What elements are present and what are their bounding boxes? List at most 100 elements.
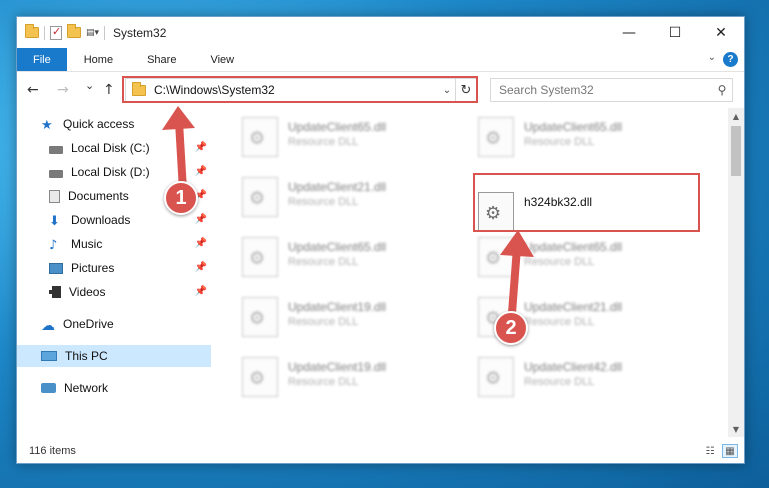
tab-home[interactable]: Home: [67, 48, 130, 71]
recent-locations-icon[interactable]: ⌄: [85, 79, 94, 92]
file-item[interactable]: UpdateClient19.dll Resource DLL: [242, 297, 462, 343]
folder-icon: [132, 81, 146, 96]
maximize-button[interactable]: ☐: [652, 17, 698, 48]
dll-file-icon: [242, 177, 278, 217]
scroll-thumb[interactable]: [731, 126, 741, 176]
customize-toolbar-icon[interactable]: ▤▾: [86, 28, 99, 38]
sidebar-item-label: Documents: [68, 189, 129, 203]
search-input[interactable]: [491, 83, 712, 97]
navigation-bar: ← → ⌄ ↑ C:\Windows\System32 ⌄ ↻ ⚲: [17, 73, 744, 107]
quick-access-toolbar: ▤▾: [17, 24, 106, 40]
expand-ribbon-icon[interactable]: ⌄: [708, 52, 716, 63]
callout-step-1: 1: [164, 181, 198, 215]
drive-icon: [49, 145, 63, 154]
star-icon: ★: [41, 117, 53, 133]
sidebar-item-music[interactable]: ♪ Music 📌: [17, 233, 211, 255]
file-name: UpdateClient65.dll: [288, 120, 387, 134]
file-item[interactable]: UpdateClient19.dll Resource DLL: [242, 357, 462, 403]
forward-arrow-icon[interactable]: →: [57, 82, 69, 98]
tab-file[interactable]: File: [17, 48, 67, 71]
search-box[interactable]: ⚲: [490, 78, 733, 102]
close-button[interactable]: ✕: [698, 17, 744, 48]
search-icon[interactable]: ⚲: [712, 83, 732, 97]
new-folder-icon[interactable]: [67, 24, 81, 38]
sidebar-item-local-disk-d[interactable]: Local Disk (D:) 📌: [17, 161, 211, 183]
up-arrow-icon[interactable]: ↑: [103, 82, 115, 98]
file-type: Resource DLL: [524, 256, 595, 268]
address-path[interactable]: C:\Windows\System32: [154, 83, 439, 97]
file-type: Resource DLL: [288, 136, 359, 148]
pin-icon[interactable]: 📌: [195, 238, 207, 249]
file-name: UpdateClient19.dll: [288, 300, 387, 314]
file-item[interactable]: UpdateClient65.dll Resource DLL: [478, 237, 698, 283]
minimize-button[interactable]: —: [606, 17, 652, 48]
sidebar-item-videos[interactable]: Videos 📌: [17, 281, 211, 303]
file-name: UpdateClient65.dll: [524, 120, 623, 134]
sidebar-item-label: Network: [64, 381, 109, 395]
pin-icon[interactable]: 📌: [195, 214, 207, 225]
scroll-up-icon[interactable]: ▲: [728, 108, 744, 124]
dll-file-icon: [478, 357, 514, 397]
sidebar-item-label: Music: [71, 237, 103, 251]
pin-icon[interactable]: 📌: [195, 286, 207, 297]
file-type: Resource DLL: [288, 256, 359, 268]
dll-file-icon: [478, 192, 514, 232]
sidebar-item-this-pc[interactable]: This PC: [17, 345, 211, 367]
documents-icon: [49, 189, 60, 203]
details-view-icon[interactable]: ☷: [702, 444, 718, 458]
file-item-h324bk32[interactable]: h324bk32.dll: [478, 192, 698, 238]
callout-step-2: 2: [494, 311, 528, 345]
pin-icon[interactable]: 📌: [195, 166, 207, 177]
file-name: UpdateClient21.dll: [288, 180, 387, 194]
sidebar-item-label: Local Disk (C:): [71, 141, 150, 155]
file-item[interactable]: UpdateClient42.dll Resource DLL: [478, 357, 698, 403]
tab-share[interactable]: Share: [130, 48, 193, 71]
pin-icon[interactable]: 📌: [195, 262, 207, 273]
sidebar-item-label: Videos: [69, 285, 106, 299]
navigation-pane: ★ Quick access Local Disk (C:) 📌 Local D…: [17, 113, 213, 433]
back-arrow-icon[interactable]: ←: [27, 82, 39, 98]
downloads-icon: ⬇: [49, 213, 60, 229]
properties-icon[interactable]: [50, 25, 62, 40]
file-type: Resource DLL: [288, 376, 359, 388]
toolbar-divider: [104, 25, 106, 40]
sidebar-item-onedrive[interactable]: ☁ OneDrive: [17, 313, 211, 335]
tab-view[interactable]: View: [193, 48, 251, 71]
dll-file-icon: [242, 117, 278, 157]
file-type: Resource DLL: [524, 316, 595, 328]
file-item[interactable]: UpdateClient65.dll Resource DLL: [242, 117, 462, 163]
file-type: Resource DLL: [524, 376, 595, 388]
help-icon[interactable]: ?: [723, 52, 738, 67]
ribbon-tabs: File Home Share View ⌄ ?: [17, 48, 744, 72]
network-icon: [41, 383, 56, 393]
sidebar-item-network[interactable]: Network: [17, 377, 211, 399]
drive-icon: [49, 169, 63, 178]
file-name: UpdateClient21.dll: [524, 300, 623, 314]
large-icons-view-icon[interactable]: ▦: [722, 444, 738, 458]
dll-file-icon: [242, 357, 278, 397]
chevron-down-icon[interactable]: ⌄: [439, 85, 455, 96]
pin-icon[interactable]: 📌: [195, 142, 207, 153]
file-name: UpdateClient19.dll: [288, 360, 387, 374]
dll-file-icon: [478, 117, 514, 157]
sidebar-item-pictures[interactable]: Pictures 📌: [17, 257, 211, 279]
file-item[interactable]: UpdateClient65.dll Resource DLL: [242, 237, 462, 283]
sidebar-item-local-disk-c[interactable]: Local Disk (C:) 📌: [17, 137, 211, 159]
file-name: UpdateClient42.dll: [524, 360, 623, 374]
refresh-icon[interactable]: ↻: [455, 79, 476, 101]
sidebar-item-quick-access[interactable]: ★ Quick access: [17, 113, 211, 135]
file-type: Resource DLL: [288, 316, 359, 328]
vertical-scrollbar[interactable]: ▲ ▼: [728, 108, 744, 437]
sidebar-item-label: Downloads: [71, 213, 131, 227]
status-bar: 116 items ☷ ▦: [17, 439, 744, 463]
dll-file-icon: [478, 237, 514, 277]
address-bar[interactable]: C:\Windows\System32 ⌄ ↻: [125, 78, 477, 102]
file-name: UpdateClient65.dll: [524, 240, 623, 254]
pictures-icon: [49, 262, 63, 274]
this-pc-icon: [41, 351, 57, 361]
file-item[interactable]: UpdateClient65.dll Resource DLL: [478, 117, 698, 163]
file-item[interactable]: UpdateClient21.dll Resource DLL: [242, 177, 462, 223]
scroll-down-icon[interactable]: ▼: [728, 421, 744, 437]
title-bar: ▤▾ System32 — ☐ ✕: [17, 17, 744, 48]
file-name: UpdateClient65.dll: [288, 240, 387, 254]
